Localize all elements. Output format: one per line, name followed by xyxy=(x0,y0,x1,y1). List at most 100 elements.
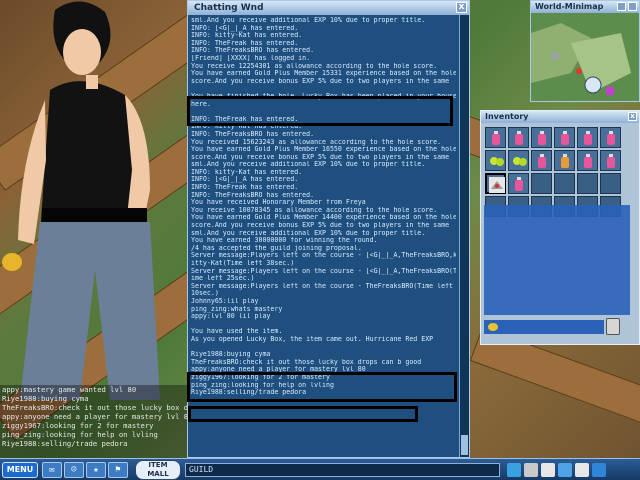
chat-line: You have earned Gold Plus Member 16550 e… xyxy=(191,146,456,154)
inventory-grid xyxy=(485,127,621,217)
chat-line: score.And you receive bonus EXP 5% due t… xyxy=(191,77,450,85)
chat-line: You have used the item. xyxy=(191,328,283,336)
pink-potion-icon xyxy=(538,154,546,168)
chat-line: sml.And you receive additional EXP 10% d… xyxy=(191,17,426,24)
inventory-slot[interactable] xyxy=(508,150,529,171)
inventory-slot[interactable] xyxy=(485,127,506,148)
chat-line: Riye1988:buying cyma xyxy=(191,351,271,359)
inventory-slot[interactable] xyxy=(554,150,575,171)
pink-potion-icon xyxy=(607,131,615,145)
chat-line: /4 has accepted the guild joining propos… xyxy=(191,244,362,252)
inventory-slot[interactable] xyxy=(577,173,598,194)
inventory-slot[interactable] xyxy=(531,150,552,171)
inventory-slot-selected[interactable] xyxy=(485,173,506,194)
inventory-gold-field xyxy=(484,320,604,334)
chat-line: itty-Kat(Time left 38sec.) xyxy=(191,260,295,267)
chat-line: INFO: TheFreaksBRO has entered. xyxy=(191,47,315,55)
inventory-slot[interactable] xyxy=(554,127,575,148)
inventory-slot[interactable] xyxy=(600,127,621,148)
settings-icon[interactable] xyxy=(592,463,606,477)
chat-line: INFO: TheFreaksBRO has entered. xyxy=(191,191,315,199)
toolbar-button-1[interactable]: ✉ xyxy=(42,462,62,478)
chat-overlay-line: TheFreaksBRO:check it out those lucky bo… xyxy=(2,403,187,412)
chat-line: Johnny65:lil play xyxy=(191,297,259,305)
chat-line: You have earned Gold Plus Member 14400 e… xyxy=(191,214,456,222)
chat-line: You have earned 30000000 for winning the… xyxy=(191,237,378,245)
trash-icon[interactable] xyxy=(606,318,620,335)
menu-button[interactable]: MENU xyxy=(2,462,38,478)
world-minimap[interactable]: World-Minimap xyxy=(530,0,640,102)
chat-input[interactable]: GUILD xyxy=(185,463,500,477)
chat-line: TheFreaksBRO:check it out those lucky bo… xyxy=(191,358,422,366)
chat-overlay-line: appy:anyone need a player for mastery lv… xyxy=(2,412,187,421)
player-character xyxy=(2,1,160,400)
friends-icon[interactable] xyxy=(558,463,572,477)
chat-line: INFO: [<G|_|_A has entered. xyxy=(191,24,299,32)
chat-line: You received 15623243 as allowance accor… xyxy=(191,138,442,146)
chat-line: score.And you receive bonus EXP 5% due t… xyxy=(191,222,450,230)
highlight-box-lucky-box-item xyxy=(187,372,457,402)
orange-potion-icon xyxy=(561,154,569,168)
inventory-title: Inventory x xyxy=(481,111,639,123)
chat-line xyxy=(191,321,456,329)
chat-scrollbar[interactable] xyxy=(459,15,469,457)
emote-icon[interactable] xyxy=(524,463,538,477)
highlight-box-chat-message xyxy=(188,406,418,422)
pink-potion-icon xyxy=(561,131,569,145)
inventory-slot[interactable] xyxy=(531,173,552,194)
chat-line: Server message:Players left on the cours… xyxy=(191,267,456,275)
chat-line: ping_zing:whats mastery xyxy=(191,305,283,313)
inventory-slot[interactable] xyxy=(508,173,529,194)
minimap-title: World-Minimap xyxy=(531,1,639,13)
chat-overlay-line: Riye1988:buying cyma xyxy=(2,394,89,403)
toolbar-button-3[interactable]: ★ xyxy=(86,462,106,478)
chat-line: INFO: TheFreak has entered. xyxy=(191,39,299,47)
toolbar-button-2[interactable]: ☺ xyxy=(64,462,84,478)
pink-potion-icon xyxy=(515,177,523,191)
help-icon[interactable] xyxy=(575,463,589,477)
chat-line: INFO: [<G|_|_A has entered. xyxy=(191,176,299,184)
inventory-slot[interactable] xyxy=(577,127,598,148)
toolbar-button-4[interactable]: ⚑ xyxy=(108,462,128,478)
inventory-slot[interactable] xyxy=(600,173,621,194)
chat-line: Server message:Players left on the cours… xyxy=(191,282,454,290)
inventory-title-text: Inventory xyxy=(485,112,529,121)
chat-mode-icon[interactable] xyxy=(507,463,521,477)
options-icon[interactable] xyxy=(541,463,555,477)
item-mall-label: ITEM xyxy=(148,461,168,469)
inventory-slot[interactable] xyxy=(600,150,621,171)
gold-coin-icon xyxy=(488,323,498,331)
chat-overlay-line: Riye1988:selling/trade pedora xyxy=(2,439,128,448)
inventory-slot[interactable] xyxy=(485,150,506,171)
pink-potion-icon xyxy=(538,131,546,145)
golf-balls-icon xyxy=(490,157,504,166)
chat-overlay-line: appy:mastery game wanted lvl 80 xyxy=(2,385,137,394)
inventory-close-button[interactable]: x xyxy=(628,112,637,121)
chat-line: You receive 10078345 as allowance accord… xyxy=(191,206,438,214)
item-mall-button[interactable]: ITEM MALL xyxy=(135,460,181,480)
pink-potion-icon xyxy=(607,154,615,168)
minimap-zoom-button[interactable] xyxy=(617,2,626,11)
chat-line: ime left 25sec.) xyxy=(191,275,255,283)
pink-potion-icon xyxy=(492,131,500,145)
minimap-close-button[interactable] xyxy=(628,2,637,11)
pink-potion-icon xyxy=(515,131,523,145)
chat-line: You have earned Gold Plus Member 15331 e… xyxy=(191,70,456,78)
inventory-slot[interactable] xyxy=(554,173,575,194)
minimap-title-text: World-Minimap xyxy=(535,2,604,11)
bottom-toolbar: MENU ✉ ☺ ★ ⚑ ITEM MALL GUILD xyxy=(0,458,640,480)
chat-line: You receive 12254301 as allowance accord… xyxy=(191,62,438,70)
censored-inventory-area xyxy=(484,205,630,315)
chat-line: [Friend] [XXXX] has logged in. xyxy=(191,54,311,62)
inventory-slot[interactable] xyxy=(577,150,598,171)
chat-line: INFO: TheFreaksBRO has entered. xyxy=(191,130,315,138)
chat-line: INFO: kitty-Kat has entered. xyxy=(191,168,303,176)
inventory-slot[interactable] xyxy=(508,127,529,148)
chat-scroll-thumb[interactable] xyxy=(461,435,468,455)
item-mall-label: MALL xyxy=(147,470,169,478)
golf-balls-icon xyxy=(513,157,527,166)
chat-close-button[interactable]: x xyxy=(456,2,467,13)
inventory-slot[interactable] xyxy=(531,127,552,148)
chat-line: 10sec.) xyxy=(191,290,219,298)
chat-line: sml.And you receive additional EXP 10% d… xyxy=(191,161,426,169)
